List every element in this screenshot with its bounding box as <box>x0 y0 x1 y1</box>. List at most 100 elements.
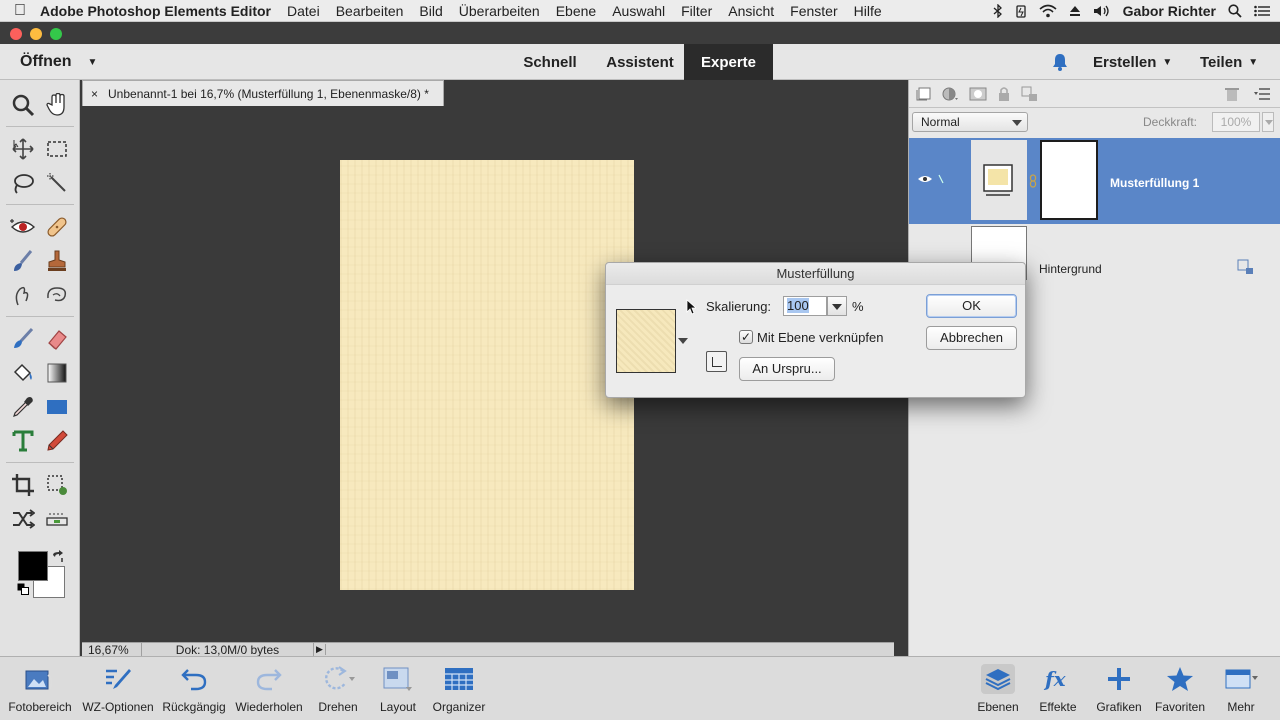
link-with-layer-checkbox[interactable]: ✓ <box>739 330 753 344</box>
close-icon[interactable]: × <box>91 87 98 101</box>
create-button[interactable]: Erstellen ▼ <box>1093 44 1172 80</box>
more-button[interactable]: Mehr <box>1214 657 1268 720</box>
menu-filter[interactable]: Filter <box>681 3 712 19</box>
tab-assistent[interactable]: Assistent <box>596 44 684 80</box>
organizer-button[interactable]: Organizer <box>428 657 490 720</box>
menu-app-name[interactable]: Adobe Photoshop Elements Editor <box>40 3 271 19</box>
fill-layer-thumbnail[interactable] <box>971 140 1027 220</box>
layer-link-icon[interactable] <box>937 173 945 185</box>
trash-icon[interactable] <box>1223 86 1241 102</box>
menu-auswahl[interactable]: Auswahl <box>612 3 665 19</box>
snap-to-origin-button[interactable]: An Urspru... <box>739 357 835 381</box>
scale-dropdown[interactable] <box>827 296 847 316</box>
share-button[interactable]: Teilen ▼ <box>1200 44 1258 80</box>
blend-mode-select[interactable]: Normal <box>912 112 1028 132</box>
pencil-tool[interactable] <box>42 426 72 456</box>
opacity-input[interactable]: 100% <box>1212 112 1260 132</box>
sponge-tool[interactable] <box>42 280 72 310</box>
zoom-window-button[interactable] <box>50 28 62 40</box>
close-window-button[interactable] <box>10 28 22 40</box>
menu-bearbeiten[interactable]: Bearbeiten <box>336 3 404 19</box>
effects-button[interactable]: fx Effekte <box>1030 657 1086 720</box>
menu-hilfe[interactable]: Hilfe <box>854 3 882 19</box>
redo-button[interactable]: Wiederholen <box>232 657 306 720</box>
document-canvas[interactable] <box>340 160 634 590</box>
tab-experte[interactable]: Experte <box>684 44 773 80</box>
eject-icon[interactable] <box>1069 5 1081 17</box>
open-button[interactable]: Öffnen ▼ <box>20 44 97 80</box>
document-tab[interactable]: × Unbenannt-1 bei 16,7% (Musterfüllung 1… <box>82 80 444 106</box>
battery-icon[interactable] <box>1015 4 1027 18</box>
cancel-button[interactable]: Abbrechen <box>926 326 1017 350</box>
layers-button[interactable]: Ebenen <box>970 657 1026 720</box>
minimize-window-button[interactable] <box>30 28 42 40</box>
menu-ueberarbeiten[interactable]: Überarbeiten <box>459 3 540 19</box>
ok-button[interactable]: OK <box>926 294 1017 318</box>
apple-icon[interactable]:  <box>0 2 40 20</box>
visibility-eye-icon[interactable] <box>917 174 933 184</box>
gradient-tool[interactable] <box>42 358 72 388</box>
photo-bin-button[interactable]: Fotobereich <box>4 657 76 720</box>
rotate-button[interactable]: Drehen <box>310 657 366 720</box>
paint-bucket-tool[interactable] <box>8 358 38 388</box>
adjustment-layer-icon[interactable] <box>941 86 959 102</box>
mask-link-chain-icon[interactable] <box>1029 174 1037 188</box>
shape-tool[interactable] <box>42 392 72 422</box>
undo-button[interactable]: Rückgängig <box>158 657 230 720</box>
notification-list-icon[interactable] <box>1254 5 1270 17</box>
pattern-picker-arrow-icon[interactable] <box>678 338 688 344</box>
menu-ebene[interactable]: Ebene <box>556 3 596 19</box>
scale-input[interactable]: 100 <box>783 296 827 316</box>
volume-icon[interactable] <box>1093 4 1111 18</box>
lock-icon[interactable] <box>995 86 1013 102</box>
menu-datei[interactable]: Datei <box>287 3 320 19</box>
wifi-icon[interactable] <box>1039 4 1057 18</box>
favorites-button[interactable]: Favoriten <box>1150 657 1210 720</box>
recompose-tool[interactable] <box>42 470 72 500</box>
link-with-layer-label[interactable]: Mit Ebene verknüpfen <box>757 330 883 345</box>
clone-stamp-tool[interactable] <box>42 246 72 276</box>
brush-tool[interactable] <box>8 324 38 354</box>
zoom-tool[interactable] <box>8 90 38 120</box>
move-tool[interactable] <box>8 134 38 164</box>
red-eye-tool[interactable] <box>8 212 38 242</box>
eraser-tool[interactable] <box>42 324 72 354</box>
crop-tool[interactable] <box>8 470 38 500</box>
foreground-color-swatch[interactable] <box>18 551 48 581</box>
menu-user[interactable]: Gabor Richter <box>1123 3 1216 19</box>
snap-to-origin-icon[interactable] <box>706 351 727 372</box>
layer-row-musterfuellung[interactable]: Musterfüllung 1 <box>909 138 1280 224</box>
graphics-button[interactable]: Grafiken <box>1090 657 1148 720</box>
zoom-readout[interactable]: 16,67% <box>82 642 142 657</box>
marquee-tool[interactable] <box>42 134 72 164</box>
straighten-tool[interactable] <box>42 504 72 534</box>
tab-schnell[interactable]: Schnell <box>510 44 590 80</box>
pattern-preview-swatch[interactable] <box>616 309 676 373</box>
default-colors-icon[interactable] <box>17 583 29 595</box>
menu-ansicht[interactable]: Ansicht <box>728 3 774 19</box>
layer-lock-icon[interactable] <box>1237 259 1255 275</box>
quick-selection-tool[interactable] <box>42 168 72 198</box>
layer-mask-icon[interactable] <box>969 86 987 102</box>
spotlight-search-icon[interactable] <box>1228 4 1242 18</box>
new-layer-icon[interactable] <box>915 86 933 102</box>
opacity-dropdown[interactable] <box>1262 112 1274 132</box>
hand-tool[interactable] <box>42 90 72 120</box>
blur-tool[interactable] <box>8 280 38 310</box>
menu-bild[interactable]: Bild <box>419 3 442 19</box>
dialog-title[interactable]: Musterfüllung <box>606 263 1025 285</box>
tool-options-button[interactable]: WZ-Optionen <box>80 657 156 720</box>
content-aware-move-tool[interactable] <box>8 504 38 534</box>
eyedropper-tool[interactable] <box>8 392 38 422</box>
layer-mask-thumbnail[interactable] <box>1040 140 1098 220</box>
layer-name-hintergrund[interactable]: Hintergrund <box>1039 262 1102 276</box>
layout-button[interactable]: Layout <box>372 657 424 720</box>
menu-fenster[interactable]: Fenster <box>790 3 837 19</box>
lock-all-icon[interactable] <box>1021 86 1039 102</box>
spot-healing-tool[interactable] <box>42 212 72 242</box>
lasso-tool[interactable] <box>8 168 38 198</box>
bluetooth-icon[interactable] <box>993 4 1003 18</box>
layer-name-musterfuellung[interactable]: Musterfüllung 1 <box>1110 176 1199 190</box>
panel-menu-icon[interactable] <box>1253 86 1271 102</box>
status-menu-arrow-icon[interactable]: ▶ <box>314 644 326 655</box>
